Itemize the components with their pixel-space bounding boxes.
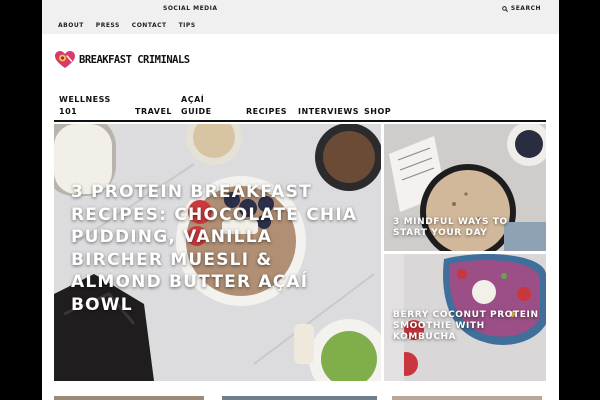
featured-post[interactable]: 3 PROTEIN BREAKFAST RECIPES: CHOCOLATE C… <box>54 124 381 381</box>
nav-item-interviews[interactable]: INTERVIEWS <box>298 106 359 118</box>
side-post-bottom-title: BERRY COCONUT PROTEIN SMOOTHIE WITH KOMB… <box>393 310 539 342</box>
nav-item-acai-guide[interactable]: AÇAÍ GUIDE <box>181 94 221 118</box>
side-post-top[interactable]: 3 MINDFUL WAYS TO START YOUR DAY <box>384 124 546 251</box>
search-button[interactable]: SEARCH <box>502 5 541 12</box>
about-link[interactable]: ABOUT <box>58 22 84 29</box>
next-row-image-2 <box>222 396 377 400</box>
press-link[interactable]: PRESS <box>96 22 120 29</box>
side-post-top-title: 3 MINDFUL WAYS TO START YOUR DAY <box>393 217 508 238</box>
top-links: ABOUT PRESS CONTACT TIPS <box>58 22 196 29</box>
brand-name: BREAKFAST CRIMINALS <box>79 54 190 66</box>
featured-post-title: 3 PROTEIN BREAKFAST RECIPES: CHOCOLATE C… <box>71 182 358 315</box>
nav-item-travel[interactable]: TRAVEL <box>135 106 172 118</box>
next-row-image-3 <box>392 396 542 400</box>
nav-divider <box>54 120 546 122</box>
social-media-link[interactable]: SOCIAL MEDIA <box>163 5 218 12</box>
top-bar: SOCIAL MEDIA ABOUT PRESS CONTACT TIPS SE… <box>42 0 559 34</box>
heart-logo-icon <box>55 51 75 68</box>
page-container: SOCIAL MEDIA ABOUT PRESS CONTACT TIPS SE… <box>42 0 559 400</box>
search-icon <box>502 5 508 12</box>
side-post-bottom[interactable]: BERRY COCONUT PROTEIN SMOOTHIE WITH KOMB… <box>384 254 546 381</box>
nav-item-wellness-101[interactable]: WELLNESS 101 <box>59 94 110 118</box>
site-logo[interactable]: BREAKFAST CRIMINALS <box>54 50 190 70</box>
tips-link[interactable]: TIPS <box>179 22 196 29</box>
search-label: SEARCH <box>510 5 541 12</box>
nav-item-recipes[interactable]: RECIPES <box>246 106 287 118</box>
next-row-image-1 <box>54 396 204 400</box>
nav-item-shop[interactable]: SHOP <box>364 106 391 118</box>
main-nav: WELLNESS 101 TRAVEL AÇAÍ GUIDE RECIPES I… <box>54 94 559 122</box>
contact-link[interactable]: CONTACT <box>132 22 167 29</box>
